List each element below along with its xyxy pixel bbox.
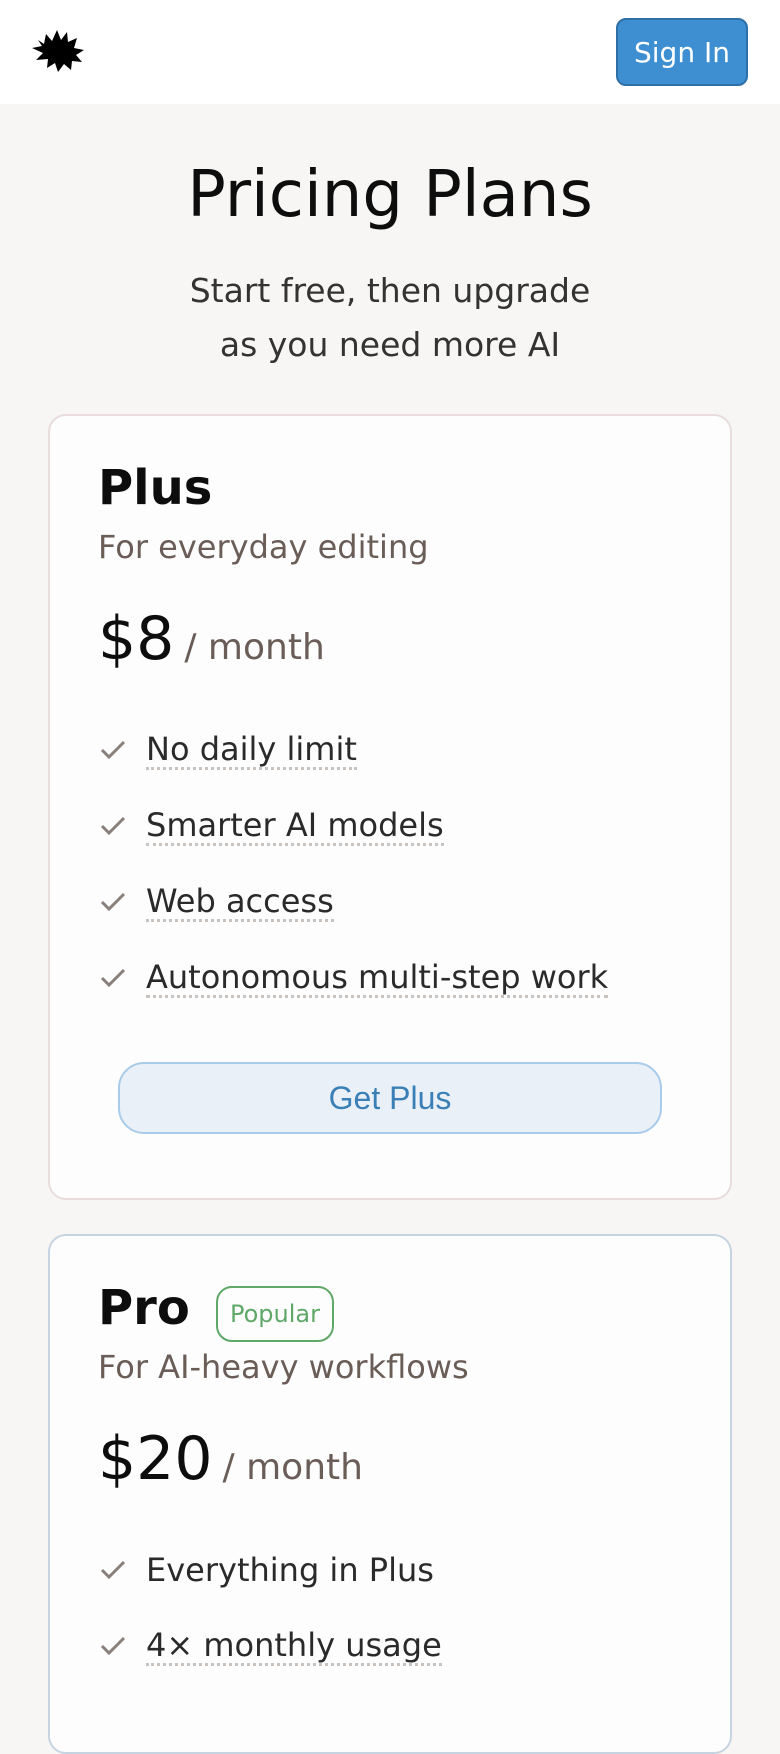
- plan-name: Pro: [98, 1280, 190, 1336]
- check-icon: [98, 735, 128, 765]
- feature-list: Everything in Plus 4× monthly usage: [98, 1532, 442, 1684]
- check-icon: [98, 963, 128, 993]
- sign-in-button[interactable]: Sign In: [616, 18, 748, 86]
- price-row: $8 / month: [98, 604, 325, 674]
- feature-text[interactable]: Autonomous multi-step work: [146, 959, 609, 998]
- feature-item: Web access: [98, 864, 608, 940]
- check-icon: [98, 887, 128, 917]
- plan-period: / month: [184, 627, 325, 668]
- feature-text: Everything in Plus: [146, 1551, 434, 1589]
- feature-text[interactable]: Web access: [146, 883, 334, 922]
- page-title: Pricing Plans: [187, 158, 593, 232]
- plan-price: $8: [98, 604, 175, 674]
- feature-item: Autonomous multi-step work: [98, 940, 609, 1016]
- feature-item: No daily limit: [98, 712, 608, 788]
- top-bar: Sign In: [0, 0, 780, 104]
- plan-description: For AI-heavy workflows: [98, 1348, 469, 1386]
- check-icon: [98, 1631, 128, 1661]
- page-subtitle: Start free, then upgrade as you need mor…: [0, 264, 780, 372]
- plan-description: For everyday editing: [98, 528, 429, 566]
- subtitle-line-1: Start free, then upgrade: [189, 271, 591, 310]
- plan-card-pro: Pro Popular For AI-heavy workflows $20 /…: [48, 1234, 732, 1754]
- plan-price: $20: [98, 1424, 213, 1494]
- feature-text[interactable]: 4× monthly usage: [146, 1627, 442, 1666]
- subtitle-line-2: as you need more AI: [219, 325, 561, 364]
- plan-period: / month: [222, 1447, 363, 1488]
- feature-item: Smarter AI models: [98, 788, 608, 864]
- splat-logo-icon[interactable]: [30, 26, 90, 76]
- plan-name: Plus: [98, 460, 213, 516]
- feature-list: No daily limit Smarter AI models Web acc…: [98, 712, 609, 1016]
- feature-item: Everything in Plus: [98, 1532, 442, 1608]
- feature-text[interactable]: No daily limit: [146, 731, 357, 770]
- plan-card-plus: Plus For everyday editing $8 / month No …: [48, 414, 732, 1200]
- popular-badge: Popular: [216, 1286, 334, 1342]
- get-plus-button[interactable]: Get Plus: [118, 1062, 662, 1134]
- price-row: $20 / month: [98, 1424, 363, 1494]
- feature-text[interactable]: Smarter AI models: [146, 807, 444, 846]
- check-icon: [98, 811, 128, 841]
- feature-item: 4× monthly usage: [98, 1608, 442, 1684]
- check-icon: [98, 1555, 128, 1585]
